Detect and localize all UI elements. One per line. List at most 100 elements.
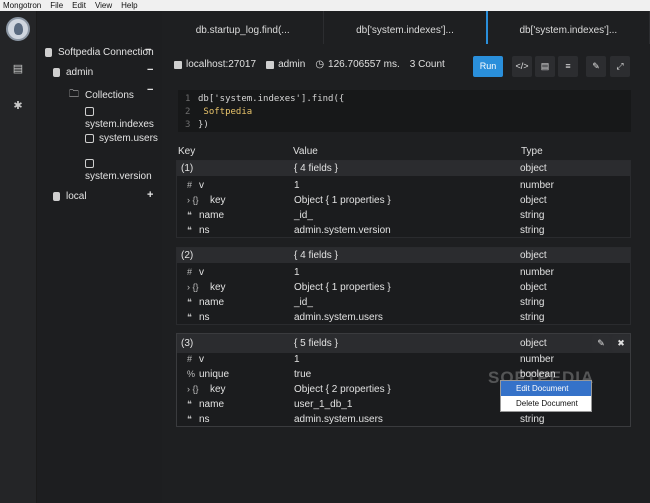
collection-label: system.indexes [85, 119, 154, 130]
tab-system-indexes-2[interactable]: db['system.indexes']... [488, 11, 650, 44]
number-type-icon: # [187, 267, 193, 277]
field-key: key [210, 195, 226, 206]
sidebar-collections[interactable]: 🗀 Collections [69, 87, 134, 104]
menubar: Mongotron File Edit View Help [0, 0, 650, 11]
string-type-icon: ❝ [187, 225, 192, 235]
expand-button[interactable]: ⤢ [610, 56, 630, 77]
code-line: db['system.indexes'].find({ [198, 94, 345, 104]
field-key: key [210, 282, 226, 293]
field-row[interactable]: ❝ ns admin.system.users string [177, 412, 630, 427]
settings-gear-icon[interactable]: ✱ [11, 99, 25, 113]
sidebar-collection-system-users[interactable]: system.users [85, 133, 158, 144]
field-row[interactable]: # v 1 number [177, 178, 630, 193]
menu-help[interactable]: Help [121, 0, 137, 11]
field-row[interactable]: › {} key Object { 1 properties } object [177, 193, 630, 208]
field-key: key [210, 384, 226, 395]
field-row[interactable]: ❝ ns admin.system.users string [177, 310, 630, 325]
context-delete-document[interactable]: Delete Document [501, 396, 591, 411]
db-local-label: local [66, 191, 87, 202]
field-row[interactable]: ❝ name _id_ string [177, 295, 630, 310]
host-label: localhost:27017 [186, 59, 257, 70]
doc-index: (2) [181, 250, 194, 261]
add-connection-icon[interactable]: ▤ [11, 62, 25, 76]
field-value: admin.system.version [294, 225, 391, 236]
collection-label: system.users [99, 133, 158, 144]
string-type-icon: ❝ [187, 414, 192, 424]
collections-label: Collections [85, 90, 134, 101]
doc-index: (1) [181, 163, 194, 174]
object-type-icon: › {} [187, 195, 199, 205]
field-key: v [199, 354, 204, 365]
string-type-icon: ❝ [187, 399, 192, 409]
query-tabs: db.startup_log.find(... db['system.index… [162, 11, 650, 44]
db-info: admin [266, 59, 305, 70]
field-type: number [520, 354, 554, 365]
sidebar-collection-system-indexes[interactable]: system.indexes [85, 107, 154, 130]
menu-edit[interactable]: Edit [72, 0, 86, 11]
run-button[interactable]: Run [473, 56, 503, 77]
edit-document-button[interactable]: ✎ [592, 335, 610, 352]
code-view-button[interactable]: </> [512, 56, 532, 77]
column-key: Key [178, 146, 196, 157]
number-type-icon: # [187, 180, 193, 190]
field-value: admin.system.users [294, 312, 383, 323]
edit-query-button[interactable]: ✎ [586, 56, 606, 77]
count-info: 3 Count [409, 59, 445, 70]
sidebar-collection-system-version[interactable]: system.version [85, 159, 152, 182]
field-value: true [294, 369, 312, 380]
field-row[interactable]: ❝ name _id_ string [177, 208, 630, 223]
host-info: localhost:27017 [174, 59, 256, 70]
delete-document-button[interactable]: ✖ [612, 335, 630, 352]
app-logo [6, 17, 30, 41]
document-view-button[interactable]: ▤ [535, 56, 555, 77]
collapse-connection-icon[interactable]: − [145, 44, 151, 56]
context-edit-document[interactable]: Edit Document [501, 381, 591, 396]
server-icon [174, 60, 182, 69]
field-value: _id_ [294, 297, 313, 308]
collapse-collections-icon[interactable]: − [147, 84, 153, 96]
field-type: string [520, 210, 545, 221]
menu-view[interactable]: View [95, 0, 112, 11]
icon-bar: ▤ ✱ [0, 11, 37, 503]
server-icon [45, 48, 52, 57]
field-key: ns [199, 312, 210, 323]
document-row[interactable]: (2) { 4 fields } object [177, 248, 630, 263]
line-number: 3 [185, 120, 191, 130]
field-row[interactable]: # v 1 number [177, 265, 630, 280]
tab-startup-log[interactable]: db.startup_log.find(... [162, 11, 325, 44]
field-row[interactable]: # v 1 number [177, 352, 630, 367]
collection-icon [85, 107, 94, 116]
string-type-icon: ❝ [187, 210, 192, 220]
expand-local-icon[interactable]: + [147, 189, 153, 201]
field-row[interactable]: ❝ ns admin.system.version string [177, 223, 630, 238]
connection-label: Softpedia Connection [58, 47, 154, 58]
field-key: unique [199, 369, 230, 380]
field-value: Object { 1 properties } [294, 195, 391, 206]
collapse-admin-icon[interactable]: − [147, 64, 153, 76]
field-value: 1 [294, 354, 300, 365]
line-number: 1 [185, 94, 191, 104]
field-key: name [199, 210, 225, 221]
field-row[interactable]: › {} key Object { 1 properties } object [177, 280, 630, 295]
sidebar-db-admin[interactable]: admin [53, 67, 93, 78]
sidebar-connection[interactable]: Softpedia Connection [45, 47, 154, 58]
field-key: ns [199, 414, 210, 425]
collection-icon [85, 134, 94, 143]
query-editor[interactable]: 1 db['system.indexes'].find({ 2 Softpedi… [178, 90, 631, 132]
menu-file[interactable]: File [50, 0, 63, 11]
column-type: Type [521, 146, 543, 157]
string-type-icon: ❝ [187, 297, 192, 307]
sidebar-db-local[interactable]: local [53, 191, 87, 202]
connection-info: localhost:27017 admin ◷ 126.706557 ms. 3 … [174, 59, 445, 70]
tree-view-button[interactable]: ≡ [558, 56, 578, 77]
document-row[interactable]: (3) { 5 fields } object ✎ ✖ [177, 334, 630, 353]
collection-icon [85, 159, 94, 168]
field-type: number [520, 267, 554, 278]
database-icon [53, 68, 60, 77]
document-row[interactable]: (1) { 4 fields } object [177, 161, 630, 176]
menu-app[interactable]: Mongotron [3, 0, 41, 11]
doc-type: object [520, 338, 547, 349]
field-value: _id_ [294, 210, 313, 221]
field-key: ns [199, 225, 210, 236]
tab-system-indexes-1[interactable]: db['system.indexes']... [324, 11, 488, 44]
